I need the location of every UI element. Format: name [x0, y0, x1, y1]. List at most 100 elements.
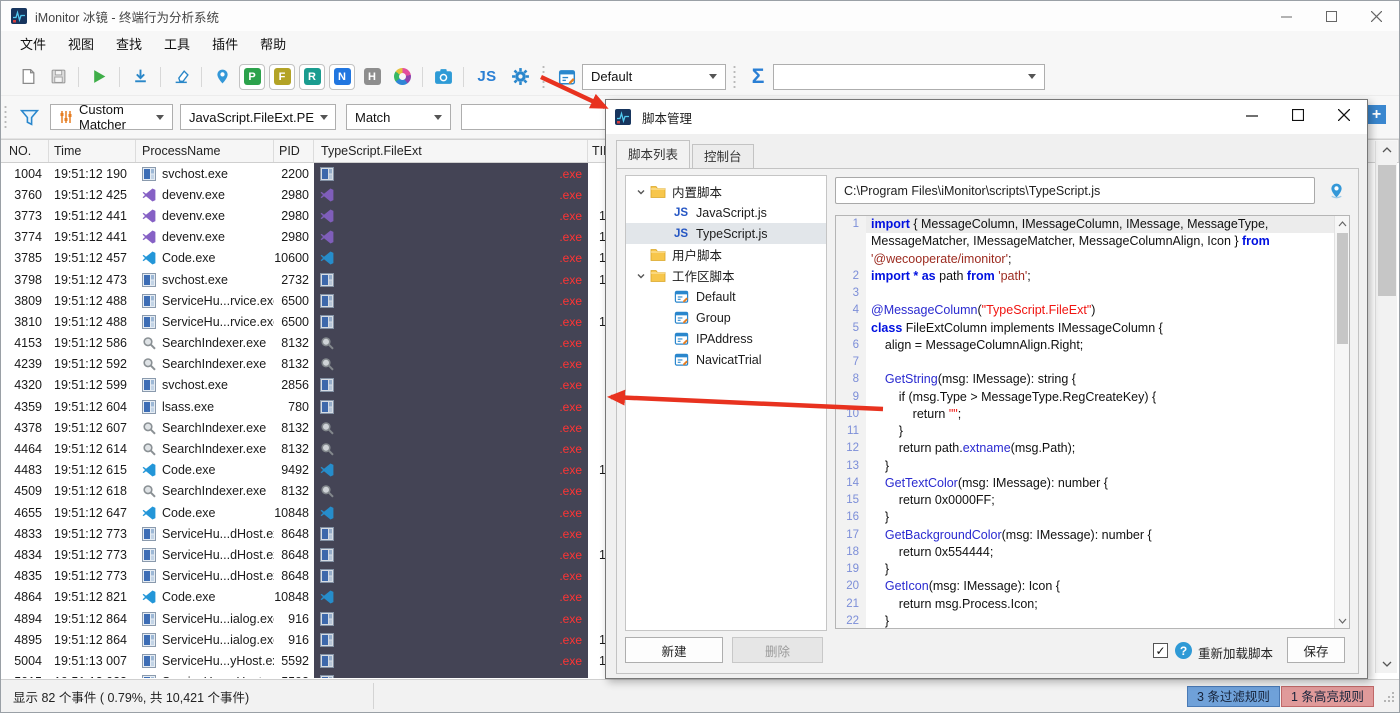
close-button[interactable] [1354, 1, 1399, 31]
eraser-button[interactable] [168, 64, 194, 90]
tab-console[interactable]: 控制台 [692, 144, 754, 168]
delete-script-button[interactable]: 删除 [732, 637, 823, 663]
code-line[interactable]: 9 if (msg.Type > MessageType.RegCreateKe… [836, 388, 1349, 406]
window-process-icon [142, 526, 156, 541]
tree-item-ipaddress[interactable]: IPAddress [626, 328, 826, 349]
column-fileext[interactable]: TypeScript.FileExt [314, 140, 588, 162]
column-pid[interactable]: PID [274, 140, 314, 162]
code-line[interactable]: MessageMatcher, IMessageMatcher, Message… [836, 233, 1349, 251]
script-path-input[interactable] [835, 177, 1315, 204]
column-time[interactable]: Time [49, 140, 136, 162]
tree-item-node-0[interactable]: 内置脚本 [626, 181, 826, 202]
new-file-button[interactable] [15, 64, 41, 90]
code-line[interactable]: 11 } [836, 423, 1349, 441]
scrollbar-thumb[interactable] [1378, 165, 1396, 296]
chevron-down-icon[interactable] [632, 271, 650, 281]
dialog-minimize-button[interactable] [1229, 100, 1275, 130]
editor-scrollbar[interactable] [1334, 216, 1349, 628]
code-line[interactable]: 15 return 0x0000FF; [836, 492, 1349, 510]
settings-button[interactable] [507, 64, 533, 90]
add-button[interactable]: + [1367, 105, 1386, 124]
filter-rules-badge[interactable]: 3 条过滤规则 [1187, 686, 1280, 707]
code-line[interactable]: 3 [836, 285, 1349, 303]
code-line[interactable]: 10 return ""; [836, 405, 1349, 423]
save-script-button[interactable]: 保存 [1287, 637, 1345, 663]
tree-item-group[interactable]: Group [626, 307, 826, 328]
help-icon[interactable]: ? [1175, 642, 1192, 659]
reload-checkbox[interactable]: ✓ [1153, 643, 1168, 658]
file-filter-toggle[interactable]: F [269, 63, 295, 90]
tree-item-node-3[interactable]: 用户脚本 [626, 244, 826, 265]
matcher-value-input[interactable] [461, 104, 611, 130]
cell-process: svchost.exe [136, 378, 274, 393]
code-line[interactable]: 5 class FileExtColumn implements IMessage… [836, 319, 1349, 337]
resize-grip[interactable] [1383, 692, 1395, 707]
matcher-op-select[interactable]: Match [346, 104, 451, 130]
scrollbar-thumb[interactable] [1337, 233, 1348, 344]
code-line[interactable]: 14 GetTextColor(msg: IMessage): number { [836, 474, 1349, 492]
code-text: } [871, 510, 890, 525]
code-line[interactable]: 22 } [836, 612, 1349, 628]
tree-item-navicattrial[interactable]: NavicatTrial [626, 349, 826, 370]
process-filter-toggle[interactable]: P [239, 63, 265, 90]
column-no[interactable]: NO. [1, 140, 49, 162]
code-line[interactable]: 20 GetIcon(msg: IMessage): Icon { [836, 578, 1349, 596]
run-button[interactable] [86, 64, 112, 90]
menu-tools[interactable]: 工具 [153, 31, 201, 58]
scroll-down-icon[interactable] [1376, 655, 1398, 673]
code-editor[interactable]: 1 import { MessageColumn, IMessageColumn,… [835, 215, 1350, 629]
column-process[interactable]: ProcessName [136, 140, 274, 162]
script-manager-button[interactable]: JS [471, 64, 503, 90]
download-button[interactable] [127, 64, 153, 90]
location-pin-button[interactable] [209, 64, 235, 90]
code-line[interactable]: 21 return msg.Process.Icon; [836, 595, 1349, 613]
tree-item-javascript.js[interactable]: JS JavaScript.js [626, 202, 826, 223]
code-line[interactable]: 8 GetString(msg: IMessage): string { [836, 371, 1349, 389]
code-line[interactable]: 1 import { MessageColumn, IMessageColumn,… [836, 216, 1349, 234]
matcher-field-select[interactable]: JavaScript.FileExt.PE [180, 104, 336, 130]
table-scrollbar[interactable] [1375, 141, 1397, 673]
filter-funnel-icon[interactable] [16, 104, 42, 130]
tab-script-list[interactable]: 脚本列表 [616, 140, 691, 168]
menu-search[interactable]: 查找 [105, 31, 153, 58]
menu-view[interactable]: 视图 [57, 31, 105, 58]
menu-plugins[interactable]: 插件 [201, 31, 249, 58]
code-line[interactable]: 12 return path.extname(msg.Path); [836, 440, 1349, 458]
screenshot-button[interactable] [430, 64, 456, 90]
dialog-close-button[interactable] [1321, 100, 1367, 130]
code-line[interactable]: 19 } [836, 561, 1349, 579]
tree-item-default[interactable]: Default [626, 286, 826, 307]
code-line[interactable]: 13 } [836, 457, 1349, 475]
network-filter-toggle[interactable]: N [329, 63, 355, 90]
menu-help[interactable]: 帮助 [249, 31, 297, 58]
code-line[interactable]: 2 import * as path from 'path'; [836, 267, 1349, 285]
code-line[interactable]: 4 @MessageColumn("TypeScript.FileExt") [836, 302, 1349, 320]
minimize-button[interactable] [1264, 1, 1309, 31]
code-line[interactable]: 6 align = MessageColumnAlign.Right; [836, 336, 1349, 354]
code-line[interactable]: 17 GetBackgroundColor(msg: IMessage): nu… [836, 526, 1349, 544]
dialog-maximize-button[interactable] [1275, 100, 1321, 130]
new-script-button[interactable]: 新建 [625, 637, 723, 663]
code-line[interactable]: 7 [836, 354, 1349, 372]
chevron-down-icon[interactable] [632, 187, 650, 197]
menu-file[interactable]: 文件 [9, 31, 57, 58]
h-filter-toggle[interactable]: H [359, 64, 385, 90]
highlight-rules-badge[interactable]: 1 条高亮规则 [1281, 686, 1374, 707]
scroll-up-icon[interactable] [1335, 216, 1349, 231]
color-wheel-button[interactable] [389, 64, 415, 90]
scroll-up-icon[interactable] [1376, 141, 1398, 159]
aggregate-select[interactable] [773, 63, 1045, 90]
code-line[interactable]: '@wecooperate/imonitor'; [836, 250, 1349, 268]
profile-select[interactable]: Default [582, 63, 726, 90]
cell-fileext: .exe [314, 629, 588, 651]
maximize-button[interactable] [1309, 1, 1354, 31]
registry-filter-toggle[interactable]: R [299, 63, 325, 90]
matcher-type-select[interactable]: Custom Matcher [50, 102, 173, 132]
code-line[interactable]: 16 } [836, 509, 1349, 527]
save-button[interactable] [45, 64, 71, 90]
code-line[interactable]: 18 return 0x554444; [836, 543, 1349, 561]
tree-item-typescript.js[interactable]: JS TypeScript.js [626, 223, 826, 244]
tree-item-node-4[interactable]: 工作区脚本 [626, 265, 826, 286]
scroll-down-icon[interactable] [1335, 613, 1349, 628]
locate-script-button[interactable] [1325, 179, 1347, 201]
